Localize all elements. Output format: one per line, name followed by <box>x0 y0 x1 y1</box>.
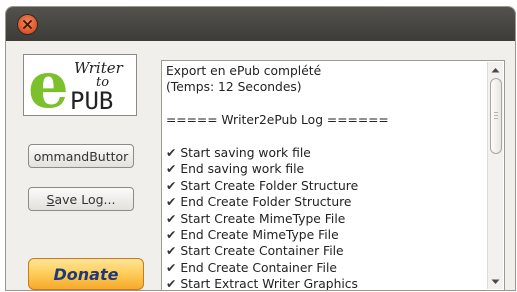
grip-line <box>494 118 498 119</box>
check-icon: ✔ <box>166 244 177 259</box>
log-line-text: End saving work file <box>180 162 305 177</box>
log-line: ✔ Start Create Container File <box>166 243 484 259</box>
log-line-text: End Create MimeType File <box>180 227 339 242</box>
command-button[interactable]: ommandButtor <box>28 144 134 168</box>
log-line: ✔ Start Create Folder Structure <box>166 178 484 194</box>
writer2epub-window: e Writer to PUB ommandButtor Save Log...… <box>6 7 515 290</box>
donate-label: Donate <box>53 264 119 284</box>
log-content: Export en ePub complété (Temps: 12 Second… <box>166 63 484 290</box>
log-line-text: Start Extract Writer Graphics <box>180 277 358 290</box>
check-icon: ✔ <box>166 227 177 242</box>
command-button-label: ommandButtor <box>33 148 129 164</box>
log-line: ===== Writer2ePub Log ====== <box>166 112 484 128</box>
log-line-text: ===== Writer2ePub Log ====== <box>166 113 389 128</box>
arrow-down-icon <box>491 279 500 284</box>
writer2epub-logo: e Writer to PUB <box>23 54 137 116</box>
scroll-up-arrow[interactable] <box>488 62 503 77</box>
log-line: ✔ Start saving work file <box>166 145 484 161</box>
log-line-text: (Temps: 12 Secondes) <box>166 80 302 95</box>
logo-e-letter: e <box>28 55 69 113</box>
arrow-up-icon <box>491 67 500 72</box>
log-line: Export en ePub complété <box>166 63 484 79</box>
scroll-thumb[interactable] <box>490 78 502 154</box>
save-log-label: ave Log... <box>54 191 116 207</box>
log-line-text: Start Create Container File <box>180 244 344 259</box>
save-log-button[interactable]: Save Log... <box>28 187 134 211</box>
log-line: ✔ Start Extract Writer Graphics <box>166 276 484 290</box>
log-line-text: End Create Container File <box>180 260 337 275</box>
log-text-area[interactable]: Export en ePub complété (Temps: 12 Second… <box>161 60 505 290</box>
log-line-text: End Create Folder Structure <box>180 195 352 210</box>
dialog-body: e Writer to PUB ommandButtor Save Log...… <box>6 41 515 290</box>
grip-line <box>494 112 498 113</box>
log-line: ✔ End Create Folder Structure <box>166 194 484 210</box>
save-log-mnemonic: S <box>46 191 55 207</box>
close-icon <box>23 20 32 29</box>
check-icon: ✔ <box>166 195 177 210</box>
check-icon: ✔ <box>166 211 177 226</box>
logo-pub-text: PUB <box>70 87 113 113</box>
log-line-text: Start saving work file <box>180 145 311 160</box>
log-scrollbar[interactable] <box>487 62 503 289</box>
grip-line <box>494 115 498 116</box>
log-line: ✔ End Create MimeType File <box>166 227 484 243</box>
check-icon: ✔ <box>166 178 177 193</box>
check-icon: ✔ <box>166 260 177 275</box>
log-line: (Temps: 12 Secondes) <box>166 79 484 95</box>
check-icon: ✔ <box>166 145 177 160</box>
scroll-down-arrow[interactable] <box>488 274 503 289</box>
check-icon: ✔ <box>166 277 177 290</box>
log-line: ✔ End saving work file <box>166 161 484 177</box>
log-line-text: Export en ePub complété <box>166 64 322 78</box>
log-line-text: Start Create Folder Structure <box>180 178 359 193</box>
log-line-text: Start Create MimeType File <box>180 211 346 226</box>
close-button[interactable] <box>18 15 37 34</box>
donate-button[interactable]: Donate <box>28 258 144 290</box>
check-icon: ✔ <box>166 162 177 177</box>
log-line: ✔ End Create Container File <box>166 260 484 276</box>
title-bar[interactable] <box>6 7 515 41</box>
log-line: ✔ Start Create MimeType File <box>166 211 484 227</box>
